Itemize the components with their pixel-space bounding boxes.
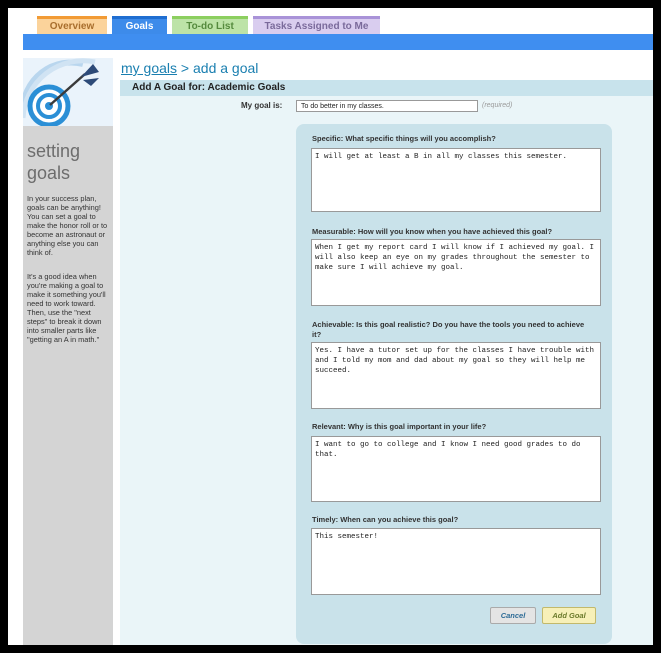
- breadcrumb-my-goals-link[interactable]: my goals: [121, 60, 177, 76]
- tab-tasks-assigned[interactable]: Tasks Assigned to Me: [253, 16, 380, 34]
- logo: [20, 58, 113, 128]
- cancel-button[interactable]: Cancel: [490, 607, 536, 624]
- timely-label: Timely: When can you achieve this goal?: [312, 515, 459, 524]
- specific-textarea[interactable]: I will get at least a B in all my classe…: [311, 148, 601, 212]
- add-goal-button[interactable]: Add Goal: [542, 607, 596, 624]
- measurable-textarea[interactable]: When I get my report card I will know if…: [311, 239, 601, 306]
- sidebar-title: setting goals: [27, 141, 81, 183]
- tab-bar: Overview Goals To-do List Tasks Assigned…: [37, 16, 385, 34]
- timely-textarea[interactable]: This semester!: [311, 528, 601, 595]
- breadcrumb-current: add a goal: [193, 60, 259, 76]
- breadcrumb: my goals > add a goal: [121, 60, 258, 76]
- achievable-label: Achievable: Is this goal realistic? Do y…: [312, 320, 585, 339]
- target-dart-icon: [20, 58, 99, 128]
- relevant-label: Relevant: Why is this goal important in …: [312, 422, 487, 431]
- sidebar-paragraph-2: It's a good idea when you're making a go…: [27, 272, 106, 344]
- measurable-label: Measurable: How will you know when you h…: [312, 227, 553, 236]
- sidebar: setting goals In your success plan, goal…: [20, 58, 113, 645]
- achievable-textarea[interactable]: Yes. I have a tutor set up for the class…: [311, 342, 601, 409]
- tab-todo-list[interactable]: To-do List: [172, 16, 248, 34]
- tab-goals[interactable]: Goals: [112, 16, 167, 34]
- app-frame: Overview Goals To-do List Tasks Assigned…: [8, 8, 653, 645]
- goal-input[interactable]: To do better in my classes.: [296, 100, 478, 112]
- breadcrumb-separator: >: [180, 60, 190, 76]
- nav-bar: [23, 34, 653, 50]
- sidebar-paragraph-1: In your success plan, goals can be anyth…: [27, 194, 108, 257]
- goal-label: My goal is:: [241, 101, 283, 110]
- smart-questions-card: Specific: What specific things will you …: [296, 124, 612, 644]
- specific-label: Specific: What specific things will you …: [312, 134, 496, 143]
- tab-overview[interactable]: Overview: [37, 16, 107, 34]
- relevant-textarea[interactable]: I want to go to college and I know I nee…: [311, 436, 601, 502]
- required-hint: (required): [482, 102, 513, 109]
- form-heading: Add A Goal for: Academic Goals: [120, 80, 653, 96]
